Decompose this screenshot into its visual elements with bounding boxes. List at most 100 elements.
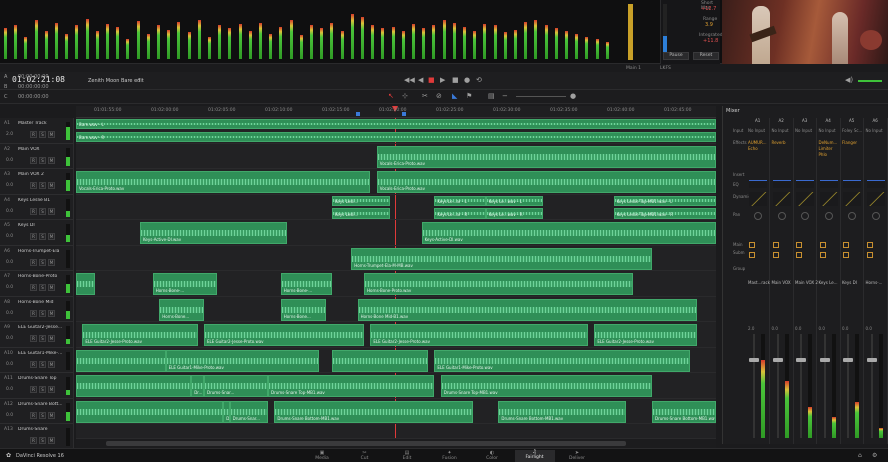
- channel-volume[interactable]: 0.0: [772, 326, 778, 331]
- track-header[interactable]: A1 Master Track 2.0 R S M: [0, 118, 73, 144]
- track-button-s[interactable]: S: [39, 182, 46, 189]
- track-button-s[interactable]: S: [39, 386, 46, 393]
- track-lane[interactable]: Bare.wav - L Bare.wav - R: [76, 118, 716, 144]
- track-lane[interactable]: Dr...Drums-Snar...Drums-Snare Bottom-MB1…: [76, 399, 716, 424]
- track-lane[interactable]: Vocals-Erica-Proto.wav: [76, 144, 716, 169]
- track-button-r[interactable]: R: [30, 437, 37, 444]
- audio-clip[interactable]: [332, 349, 428, 372]
- submix-button[interactable]: [749, 252, 755, 258]
- video-viewer[interactable]: [722, 0, 888, 64]
- track-button-s[interactable]: S: [39, 437, 46, 444]
- timeline-ruler[interactable]: 01:01:55:00 01:02:00:00 01:02:05:00 01:02:1…: [76, 106, 716, 118]
- channel-volume[interactable]: 2.0: [748, 326, 754, 331]
- stop-icon[interactable]: ■: [452, 77, 459, 84]
- track-name[interactable]: Drums-Snare Bott...: [18, 402, 62, 407]
- track-name[interactable]: Keys DI: [18, 223, 62, 228]
- track-button-s[interactable]: S: [39, 233, 46, 240]
- audio-clip[interactable]: Bare.wav - L: [76, 119, 716, 130]
- marker-icon[interactable]: [356, 112, 360, 116]
- main-bus-button[interactable]: [866, 242, 873, 248]
- timeline-name[interactable]: Zenith Moon Bare edit: [88, 78, 144, 84]
- eq-thumbnail[interactable]: [843, 180, 861, 188]
- track-button-s[interactable]: S: [39, 411, 46, 419]
- track-name[interactable]: Keys Leslie B1: [18, 198, 62, 203]
- channel-effect[interactable]: Phlo: [819, 152, 828, 157]
- track-button-s[interactable]: S: [39, 207, 46, 215]
- audio-clip[interactable]: Horns-Trumpet-Ela-M-MB.wav: [351, 247, 652, 270]
- audio-clip[interactable]: Horns-Bone-Proto.wav: [364, 273, 633, 296]
- timeline[interactable]: Bare.wav - L Bare.wav - R Vocals-Erica-Pro…: [76, 118, 716, 438]
- track-volume[interactable]: 0.0: [6, 362, 13, 367]
- page-tab-deliver[interactable]: ➤ Deliver: [557, 451, 597, 462]
- track-button-m[interactable]: M: [48, 411, 55, 419]
- pan-knob[interactable]: [801, 212, 809, 220]
- track-button-r[interactable]: R: [30, 335, 37, 342]
- track-button-s[interactable]: S: [39, 258, 46, 266]
- channel-effect[interactable]: Limiter: [819, 146, 833, 151]
- audio-clip[interactable]: Drums-Snare Top-MB1.wav: [268, 375, 435, 398]
- track-button-m[interactable]: M: [48, 182, 55, 189]
- track-button-r[interactable]: R: [30, 207, 37, 215]
- audio-clip[interactable]: Keys Leslie Top-MB1.wav - L: [613, 195, 716, 206]
- pan-knob[interactable]: [754, 212, 762, 220]
- track-header[interactable]: A3 Main VOX 2 0.0 R S M: [0, 169, 73, 195]
- fader-knob[interactable]: [772, 358, 783, 362]
- dynamics-thumbnail[interactable]: [796, 192, 814, 206]
- track-header[interactable]: A10 ELE Guitar1-Mike-... 0.0 R S M: [0, 348, 73, 373]
- track-header[interactable]: A6 Horns-Trumpet-Ela 0.0 R S M: [0, 246, 73, 271]
- pan-knob[interactable]: [824, 212, 833, 220]
- audio-clip[interactable]: Horns-Bone...: [159, 298, 204, 321]
- track-button-m[interactable]: M: [48, 386, 55, 393]
- page-tab-color[interactable]: ◐ Color: [472, 451, 512, 462]
- fader-knob[interactable]: [796, 358, 806, 362]
- track-volume[interactable]: 0.0: [6, 183, 13, 188]
- track-volume[interactable]: 2.0: [6, 132, 13, 137]
- track-volume[interactable]: 0.0: [6, 158, 13, 163]
- range-select-icon[interactable]: ⊹: [402, 93, 408, 100]
- track-button-r[interactable]: R: [30, 131, 37, 138]
- track-button-r[interactable]: R: [30, 258, 37, 266]
- track-header[interactable]: A2 Main VOX 0.0 R S M: [0, 144, 73, 169]
- audio-clip[interactable]: [76, 349, 166, 372]
- track-button-m[interactable]: M: [48, 284, 55, 291]
- audio-clip[interactable]: Drums-Snar...: [204, 375, 268, 398]
- submix-button[interactable]: [866, 252, 873, 258]
- track-button-r[interactable]: R: [30, 360, 37, 368]
- razor-icon[interactable]: ✂: [422, 93, 428, 100]
- audio-clip[interactable]: [76, 273, 96, 296]
- track-button-r[interactable]: R: [30, 182, 37, 189]
- dynamics-thumbnail[interactable]: [772, 192, 791, 206]
- record-icon[interactable]: ■: [428, 77, 435, 84]
- track-name[interactable]: Drums-Snare Top: [18, 376, 62, 381]
- track-button-s[interactable]: S: [39, 156, 46, 164]
- horizontal-scrollbar[interactable]: [76, 438, 716, 448]
- fader-knob[interactable]: [866, 358, 877, 362]
- audio-clip[interactable]: ELE Guitar2-Jesse-Proto.wav: [594, 324, 697, 347]
- channel-input[interactable]: No Input: [819, 128, 836, 133]
- audio-clip[interactable]: Keys Le...ar - L: [434, 195, 486, 206]
- audio-clip[interactable]: Vocals-Erica-Proto.wav: [376, 171, 716, 194]
- track-lane[interactable]: ELE Guitar1-Mike-Proto.wav ELE Guitar1-Mi…: [76, 348, 716, 373]
- track-header[interactable]: A9 ELE Guitar2-Jesse... 0.0 R S M: [0, 322, 73, 348]
- track-name[interactable]: Drums-Snare: [18, 427, 62, 432]
- page-tab-cut[interactable]: ✂ Cut: [345, 451, 385, 462]
- track-button-s[interactable]: S: [39, 309, 46, 317]
- audio-clip[interactable]: Keys Le...ar - R: [434, 208, 486, 219]
- audio-clip[interactable]: ELE Guitar1-Mike-Proto.wav: [165, 349, 320, 372]
- channel-effect[interactable]: Flanger: [842, 140, 857, 145]
- channel-fader[interactable]: [870, 334, 873, 438]
- fader-knob[interactable]: [819, 358, 830, 362]
- loop-icon[interactable]: ⟲: [476, 77, 482, 84]
- track-lane[interactable]: Vocals-Erica-Proto.wav Vocals-Erica-Proto…: [76, 169, 716, 195]
- audio-clip[interactable]: [76, 400, 224, 423]
- track-name[interactable]: Horns-Bone-Proto: [18, 274, 62, 279]
- track-volume[interactable]: 0.0: [6, 285, 13, 290]
- audio-clip[interactable]: Horns-Bone-...: [280, 273, 332, 296]
- audio-clip[interactable]: ELE Guitar2-Jesse-Proto.wav: [204, 324, 364, 347]
- audio-clip[interactable]: Keys Leslie Top-MB1.wav - R: [613, 208, 716, 219]
- audio-clip[interactable]: Horns-Bone-...: [152, 273, 217, 296]
- audio-clip[interactable]: Drums-Snare Bottom-MB1.wav: [274, 400, 473, 423]
- track-header[interactable]: A8 Horns-Bone Mid 0.0 R S M: [0, 297, 73, 322]
- eq-thumbnail[interactable]: [819, 180, 838, 188]
- reset-button[interactable]: Reset: [693, 52, 719, 60]
